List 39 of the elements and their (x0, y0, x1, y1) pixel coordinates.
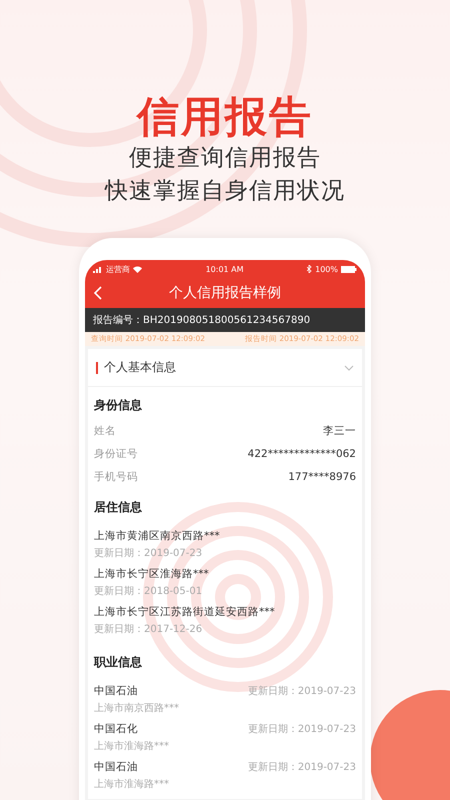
accent-bar (96, 362, 98, 374)
field-value: 177****8976 (288, 470, 356, 485)
identity-heading: 身份信息 (94, 397, 143, 414)
update-date: 更新日期：2019-07-23 (248, 722, 356, 736)
company-name: 中国石化 (94, 722, 138, 736)
address-text: 上海市长宁区江苏路街道延安西路*** (94, 605, 276, 619)
update-date: 更新日期：2019-07-23 (94, 546, 204, 560)
battery-label: 100% (315, 264, 338, 274)
nav-title: 个人信用报告样例 (168, 284, 282, 302)
company-address: 上海市淮海路*** (94, 740, 170, 753)
clock-label: 10:01 AM (206, 264, 244, 274)
bluetooth-icon (307, 265, 312, 273)
battery-icon (340, 266, 357, 272)
company-name: 中国石油 (94, 684, 138, 698)
promo-title: 信用报告 (137, 92, 313, 142)
update-date: 更新日期：2019-07-23 (248, 760, 356, 774)
back-icon[interactable] (93, 286, 103, 300)
field-label: 手机号码 (94, 470, 138, 485)
section-title: 个人基本信息 (104, 359, 177, 376)
address-text: 上海市黄浦区南京西路*** (94, 529, 221, 543)
promo-subtitle: 便捷查询信用报告 (129, 144, 321, 173)
address-text: 上海市长宁区淮海路*** (94, 567, 210, 581)
field-value: 李三一 (323, 424, 356, 439)
update-date: 更新日期：2019-07-23 (248, 684, 356, 698)
wifi-icon (133, 266, 142, 272)
field-value: 422*************062 (248, 447, 356, 462)
company-address: 上海市南京西路*** (94, 702, 180, 715)
field-label: 身份证号 (94, 447, 138, 462)
carrier-label: 运营商 (106, 264, 130, 274)
report-number: 报告编号：BH201908051800561234567890 (85, 308, 365, 332)
update-date: 更新日期：2018-05-01 (94, 584, 204, 598)
update-date: 更新日期：2017-12-26 (94, 622, 204, 636)
company-name: 中国石油 (94, 760, 138, 774)
signal-icon (93, 266, 103, 272)
company-address: 上海市淮海路*** (94, 778, 170, 791)
promo-subtitle: 快速掌握自身信用状况 (105, 177, 345, 206)
occupation-heading: 职业信息 (94, 654, 143, 671)
field-label: 姓名 (94, 424, 116, 439)
residence-heading: 居住信息 (94, 499, 143, 516)
